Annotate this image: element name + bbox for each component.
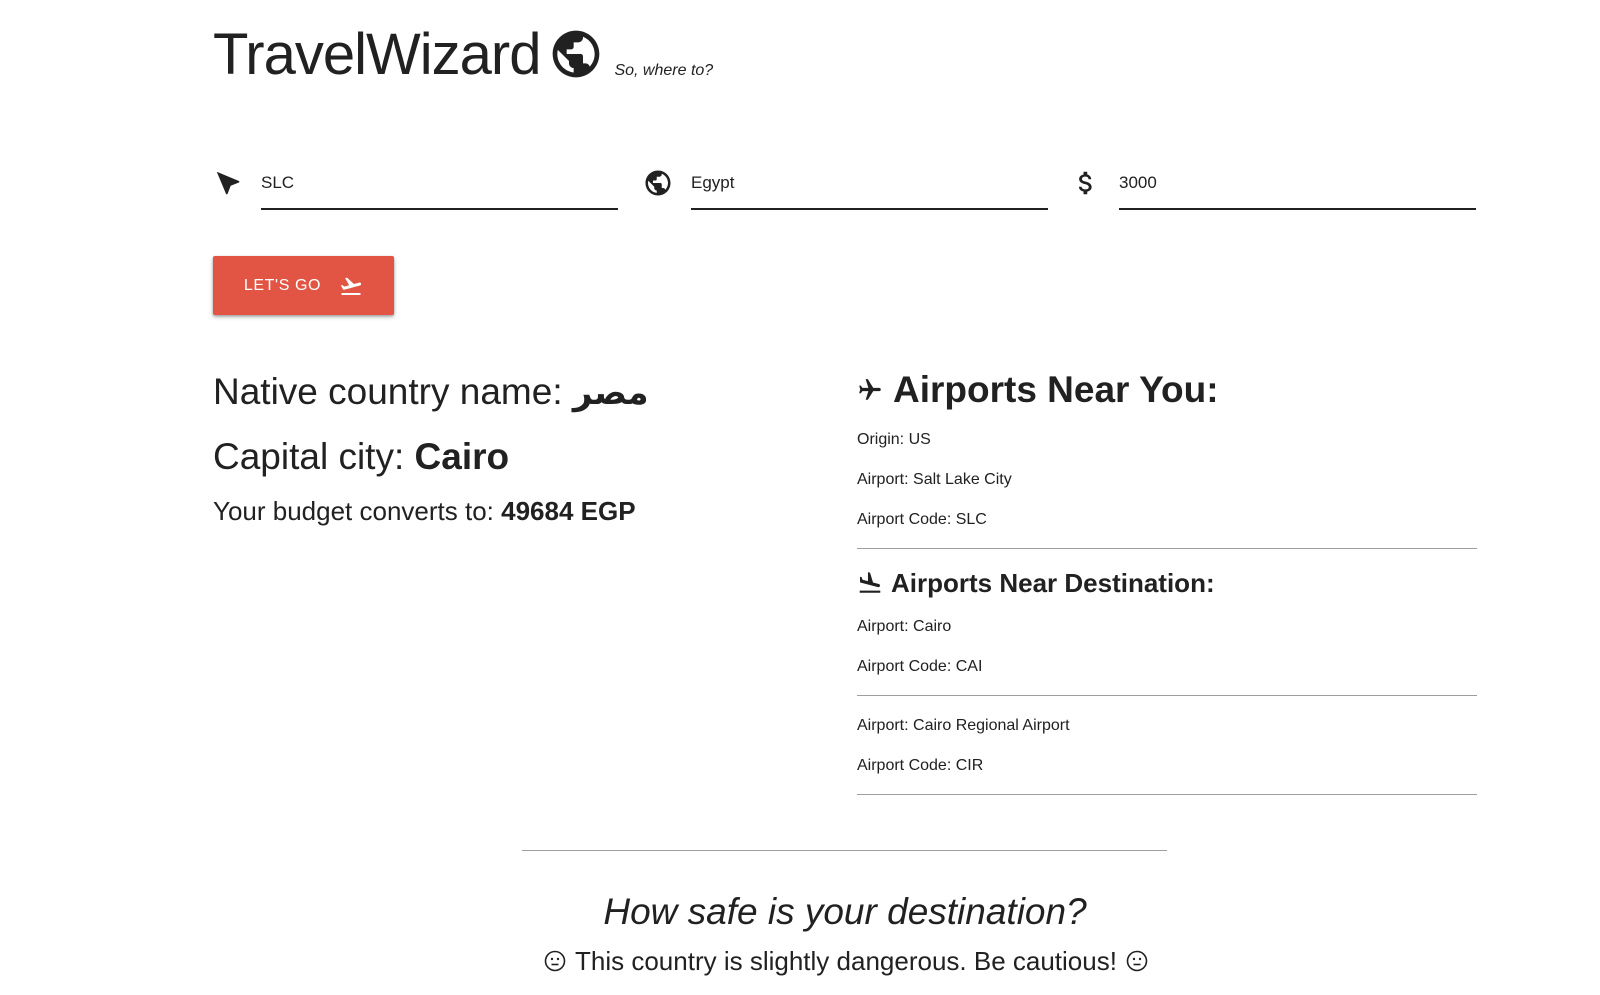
page: TravelWizard So, where to? LET'S xyxy=(0,0,1600,995)
origin-country-line: Origin: US xyxy=(857,431,931,448)
destination-input-wrapper xyxy=(691,160,1048,210)
capital-city-value: Cairo xyxy=(414,436,510,477)
navigation-arrow-icon xyxy=(216,171,240,195)
airports-near-destination-heading: Airports Near Destination: xyxy=(857,567,1477,599)
divider xyxy=(857,548,1477,549)
destination-input[interactable] xyxy=(691,160,1048,206)
flight-takeoff-icon xyxy=(340,277,362,295)
budget-input[interactable] xyxy=(1119,160,1476,206)
lets-go-button[interactable]: LET'S GO xyxy=(213,256,394,315)
destination-airport-item: Airport: Cairo Regional Airport Airport … xyxy=(857,716,1477,795)
budget-field xyxy=(1071,160,1481,210)
country-info: Native country name: مصر Capital city: C… xyxy=(213,370,649,527)
section-divider xyxy=(522,850,1167,851)
destination-airport-name: Airport: Cairo Regional Airport xyxy=(857,717,1070,734)
flight-land-icon xyxy=(859,572,881,593)
destination-airport-item: Airport: Cairo Airport Code: CAI xyxy=(857,617,1477,696)
globe-icon xyxy=(645,170,671,196)
native-country-name: Native country name: مصر xyxy=(213,370,649,415)
budget-input-wrapper xyxy=(1119,160,1476,210)
divider xyxy=(857,695,1477,696)
safety-title: How safe is your destination? xyxy=(603,891,1087,932)
origin-input-wrapper xyxy=(261,160,618,210)
brand-title: TravelWizard xyxy=(213,22,541,87)
lets-go-button-label: LET'S GO xyxy=(243,276,322,294)
origin-field xyxy=(213,160,623,210)
airports-panel: Airports Near You: Origin: US Airport: S… xyxy=(857,368,1477,795)
origin-input[interactable] xyxy=(261,160,618,206)
airplane-icon xyxy=(859,379,881,400)
destination-airport-code: Airport Code: CIR xyxy=(857,757,984,774)
budget-conversion-label: Your budget converts to: xyxy=(213,496,494,526)
destination-field xyxy=(643,160,1053,210)
budget-conversion: Your budget converts to: 49684 EGP xyxy=(213,495,649,527)
dollar-icon xyxy=(1078,171,1092,195)
origin-airport-line: Airport: Salt Lake City xyxy=(857,471,1012,488)
airports-near-you-title: Airports Near You: xyxy=(893,369,1219,410)
neutral-face-icon xyxy=(544,950,566,972)
globe-icon xyxy=(553,30,600,78)
native-country-label: Native country name: xyxy=(213,371,563,412)
tagline: So, where to? xyxy=(614,62,714,79)
budget-conversion-value: 49684 EGP xyxy=(501,496,636,526)
native-country-value: مصر xyxy=(572,373,649,413)
capital-city: Capital city: Cairo xyxy=(213,435,649,479)
airports-near-destination-title: Airports Near Destination: xyxy=(891,568,1215,598)
app-header: TravelWizard So, where to? xyxy=(213,22,714,87)
divider xyxy=(857,794,1477,795)
safety-message: This country is slightly dangerous. Be c… xyxy=(543,945,1149,977)
safety-message-text: This country is slightly dangerous. Be c… xyxy=(575,946,1117,976)
destination-airport-code: Airport Code: CAI xyxy=(857,658,983,675)
origin-airport-code-line: Airport Code: SLC xyxy=(857,511,987,528)
airports-near-you-heading: Airports Near You: xyxy=(857,368,1477,412)
destination-airport-name: Airport: Cairo xyxy=(857,618,952,635)
capital-city-label: Capital city: xyxy=(213,436,405,477)
neutral-face-icon xyxy=(1126,950,1148,972)
